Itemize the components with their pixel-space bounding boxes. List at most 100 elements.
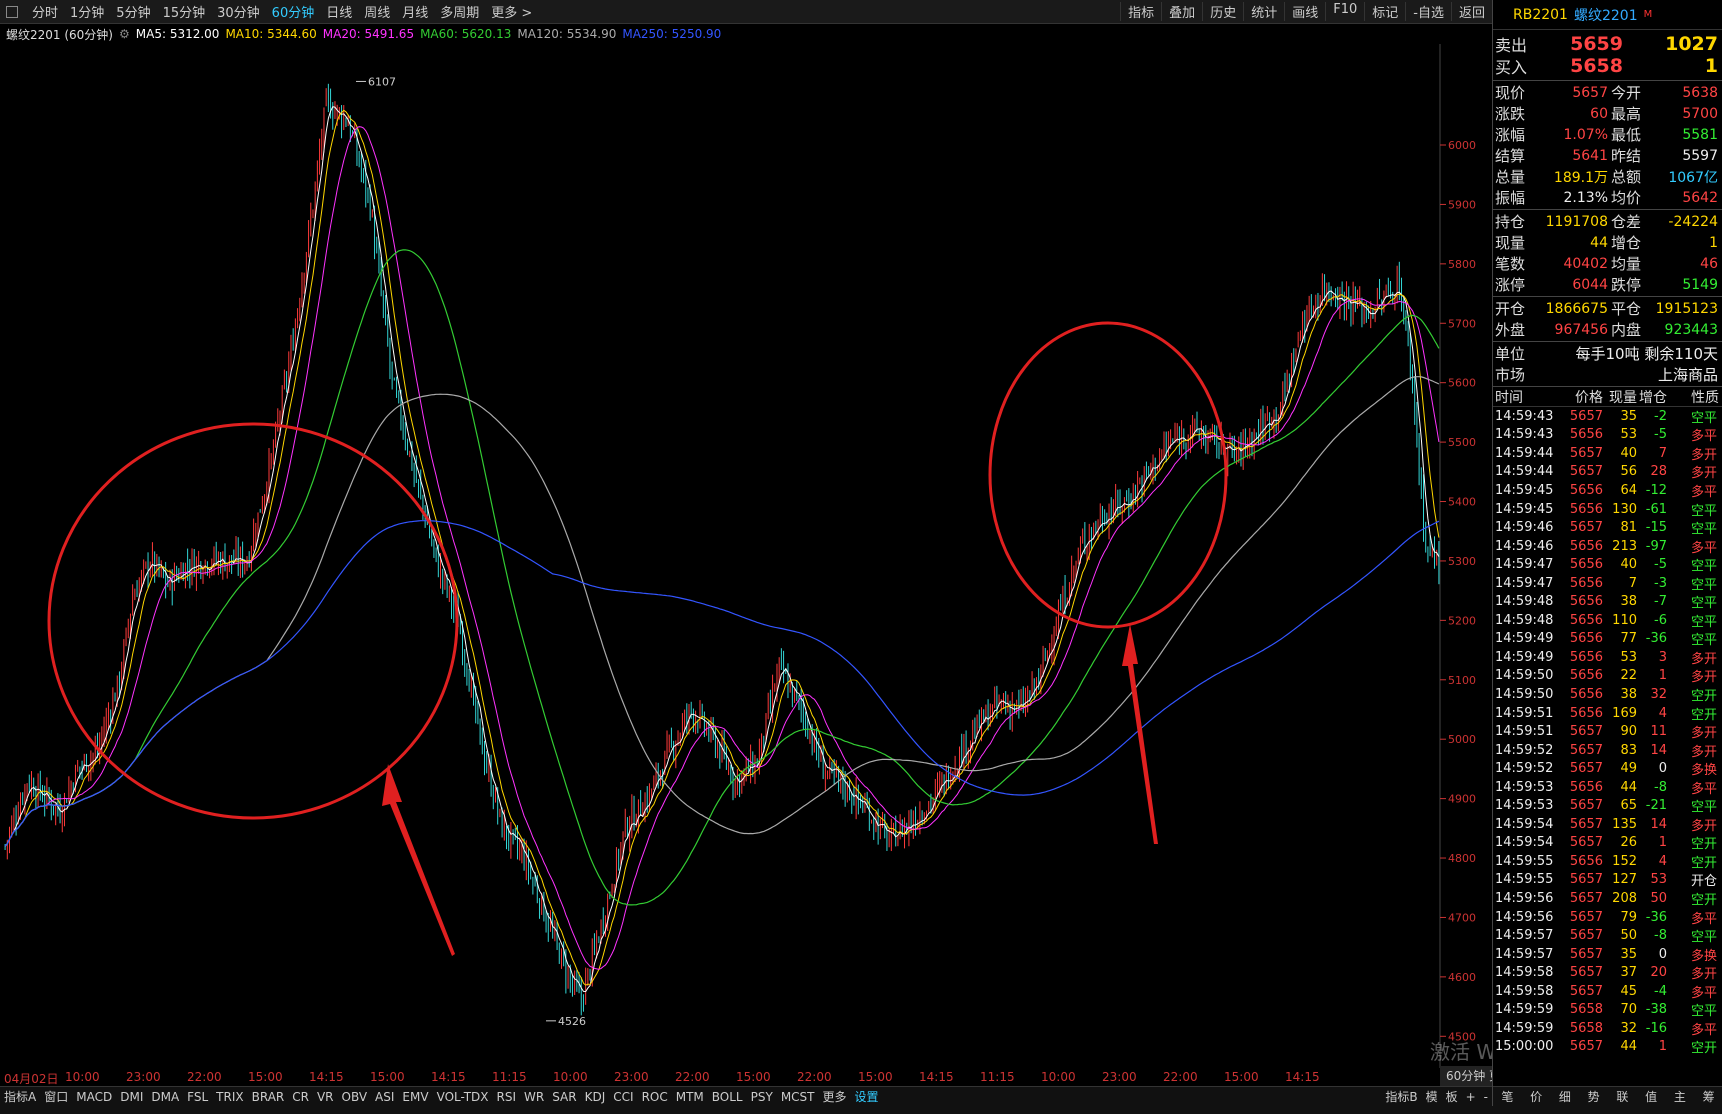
settings-icon[interactable]: ⚙ <box>119 27 130 41</box>
tick-row[interactable]: 14:59:43 5656 53 -5 多平 <box>1493 426 1722 444</box>
tab-timeframe-5[interactable]: 60分钟 <box>266 2 321 21</box>
panel-tab-1[interactable]: 价 <box>1522 1088 1551 1105</box>
tick-row[interactable]: 14:59:47 5656 7 -3 空平 <box>1493 574 1722 593</box>
tick-row[interactable]: 14:59:59 5658 70 -38 空平 <box>1493 1001 1722 1019</box>
tick-row[interactable]: 14:59:56 5657 208 50 空开 <box>1493 889 1722 908</box>
panel-tab-6[interactable]: 主 <box>1666 1088 1695 1105</box>
tick-row[interactable]: 14:59:54 5657 135 14 多开 <box>1493 815 1722 834</box>
tab-timeframe-9[interactable]: 多周期 <box>434 2 485 21</box>
panel-tab-4[interactable]: 联 <box>1608 1088 1637 1105</box>
indicator-tab-12[interactable]: EMV <box>398 1090 432 1104</box>
tick-row[interactable]: 14:59:51 5657 90 11 多开 <box>1493 722 1722 741</box>
tab-timeframe-10[interactable]: 更多 > <box>485 2 538 21</box>
indicator-tab-7[interactable]: BRAR <box>248 1090 289 1104</box>
indicator-tab-16[interactable]: SAR <box>548 1090 580 1104</box>
tick-row[interactable]: 14:59:54 5657 26 1 空开 <box>1493 834 1722 852</box>
tick-row[interactable]: 14:59:43 5657 35 -2 空平 <box>1493 407 1722 426</box>
tick-row[interactable]: 14:59:44 5657 40 7 多开 <box>1493 444 1722 463</box>
indicator-tab-3[interactable]: DMI <box>116 1090 147 1104</box>
tick-row[interactable]: 14:59:57 5657 35 0 多换 <box>1493 945 1722 964</box>
tick-row[interactable]: 14:59:46 5657 81 -15 空平 <box>1493 518 1722 537</box>
indicator-tab-0[interactable]: 指标A <box>0 1088 40 1105</box>
tick-row[interactable]: 14:59:58 5657 37 20 多开 <box>1493 963 1722 982</box>
tick-row[interactable]: 14:59:51 5656 169 4 空开 <box>1493 704 1722 723</box>
panel-tab-2[interactable]: 细 <box>1551 1088 1580 1105</box>
tick-list[interactable]: 14:59:43 5657 35 -2 空平 14:59:43 5656 53 -5 多平 14:5… <box>1493 407 1722 1057</box>
tab-timeframe-6[interactable]: 日线 <box>320 2 358 21</box>
tick-row[interactable]: 14:59:55 5656 152 4 空开 <box>1493 852 1722 871</box>
tick-row[interactable]: 14:59:46 5656 213 -97 多平 <box>1493 537 1722 556</box>
tick-row[interactable]: 14:59:52 5657 49 0 多换 <box>1493 759 1722 778</box>
indicator-tab-8[interactable]: CR <box>288 1090 313 1104</box>
indicator-tab-1[interactable]: 窗口 <box>40 1088 72 1105</box>
indicator-tab-4[interactable]: DMA <box>147 1090 183 1104</box>
indicator-b-tab-4[interactable]: - <box>1480 1090 1492 1104</box>
tick-row[interactable]: 14:59:57 5657 50 -8 空平 <box>1493 926 1722 945</box>
tool-button-2[interactable]: 历史 <box>1202 2 1243 21</box>
tick-row[interactable]: 14:59:45 5656 130 -61 空平 <box>1493 500 1722 519</box>
panel-tab-5[interactable]: 值 <box>1637 1088 1666 1105</box>
indicator-tab-14[interactable]: RSI <box>493 1090 521 1104</box>
tick-row[interactable]: 14:59:50 5656 38 32 空开 <box>1493 685 1722 704</box>
candlestick-chart[interactable]: 4500460047004800490050005100520053005400… <box>0 44 1492 1068</box>
tick-row[interactable]: 14:59:56 5657 79 -36 多平 <box>1493 908 1722 927</box>
tool-button-0[interactable]: 指标 <box>1120 2 1161 21</box>
tick-row[interactable]: 14:59:55 5657 127 53 开仓 <box>1493 871 1722 889</box>
tick-row[interactable]: 14:59:53 5657 65 -21 空平 <box>1493 796 1722 815</box>
panel-tab-0[interactable]: 笔 <box>1493 1088 1522 1105</box>
indicator-tab-22[interactable]: PSY <box>747 1090 777 1104</box>
indicator-b-tab-3[interactable]: + <box>1462 1090 1480 1104</box>
indicator-tab-2[interactable]: MACD <box>72 1090 116 1104</box>
indicator-tab-24[interactable]: 更多 <box>819 1088 851 1105</box>
tick-row[interactable]: 14:59:50 5656 22 1 多开 <box>1493 667 1722 685</box>
tick-volume: 64 <box>1620 482 1637 498</box>
tick-row[interactable]: 14:59:44 5657 56 28 多开 <box>1493 463 1722 481</box>
tool-button-3[interactable]: 统计 <box>1243 2 1284 21</box>
tool-button-5[interactable]: F10 <box>1325 2 1364 21</box>
indicator-tab-23[interactable]: MCST <box>777 1090 819 1104</box>
indicator-tab-21[interactable]: BOLL <box>708 1090 747 1104</box>
tab-timeframe-3[interactable]: 15分钟 <box>157 2 212 21</box>
indicator-tab-13[interactable]: VOL-TDX <box>433 1090 493 1104</box>
indicator-tab-9[interactable]: VR <box>313 1090 338 1104</box>
tab-timeframe-8[interactable]: 月线 <box>396 2 434 21</box>
tick-row[interactable]: 14:59:47 5656 40 -5 空平 <box>1493 555 1722 574</box>
indicator-tab-25[interactable]: 设置 <box>851 1088 883 1105</box>
indicator-tab-18[interactable]: CCI <box>609 1090 637 1104</box>
tab-timeframe-0[interactable]: 分时 <box>26 2 64 21</box>
tick-row[interactable]: 14:59:48 5656 38 -7 空平 <box>1493 592 1722 611</box>
tool-button-6[interactable]: 标记 <box>1364 2 1405 21</box>
tick-row[interactable]: 14:59:45 5656 64 -12 多平 <box>1493 481 1722 500</box>
tool-button-1[interactable]: 叠加 <box>1161 2 1202 21</box>
panel-tab-7[interactable]: 筹 <box>1694 1088 1722 1105</box>
panel-tab-3[interactable]: 势 <box>1579 1088 1608 1105</box>
indicator-tab-5[interactable]: FSL <box>183 1090 212 1104</box>
tool-button-7[interactable]: -自选 <box>1405 2 1451 21</box>
indicator-tab-15[interactable]: WR <box>520 1090 548 1104</box>
tick-row[interactable]: 14:59:58 5657 45 -4 多平 <box>1493 982 1722 1001</box>
window-icon[interactable] <box>6 5 18 18</box>
tick-row[interactable]: 14:59:49 5656 77 -36 空平 <box>1493 630 1722 648</box>
tool-button-8[interactable]: 返回 <box>1450 2 1492 21</box>
tick-row[interactable]: 15:00:00 5657 44 1 空开 <box>1493 1038 1722 1056</box>
indicator-tab-20[interactable]: MTM <box>672 1090 708 1104</box>
tab-timeframe-4[interactable]: 30分钟 <box>211 2 266 21</box>
tick-row[interactable]: 14:59:48 5656 110 -6 空平 <box>1493 611 1722 630</box>
indicator-tab-11[interactable]: ASI <box>371 1090 398 1104</box>
tool-button-4[interactable]: 画线 <box>1284 2 1325 21</box>
tab-timeframe-2[interactable]: 5分钟 <box>110 2 156 21</box>
tick-row[interactable]: 14:59:53 5656 44 -8 多平 <box>1493 778 1722 797</box>
indicator-tab-10[interactable]: OBV <box>338 1090 372 1104</box>
indicator-tab-17[interactable]: KDJ <box>581 1090 610 1104</box>
tick-row[interactable]: 14:59:52 5657 83 14 多开 <box>1493 741 1722 760</box>
tick-row[interactable]: 14:59:49 5656 53 3 多开 <box>1493 648 1722 667</box>
tab-timeframe-7[interactable]: 周线 <box>358 2 396 21</box>
tab-timeframe-1[interactable]: 1分钟 <box>64 2 110 21</box>
tick-row[interactable]: 14:59:59 5658 32 -16 多平 <box>1493 1019 1722 1038</box>
indicator-tab-19[interactable]: ROC <box>638 1090 672 1104</box>
indicator-tab-6[interactable]: TRIX <box>212 1090 247 1104</box>
indicator-b-tab-1[interactable]: 模 <box>1422 1088 1442 1105</box>
price-chart[interactable]: 4500 4600 4700 4800 4900 5000 5100 5200 5300 5400… <box>0 44 1492 1070</box>
indicator-b-tab-0[interactable]: 指标B <box>1381 1088 1421 1105</box>
indicator-b-tab-2[interactable]: 板 <box>1442 1088 1462 1105</box>
